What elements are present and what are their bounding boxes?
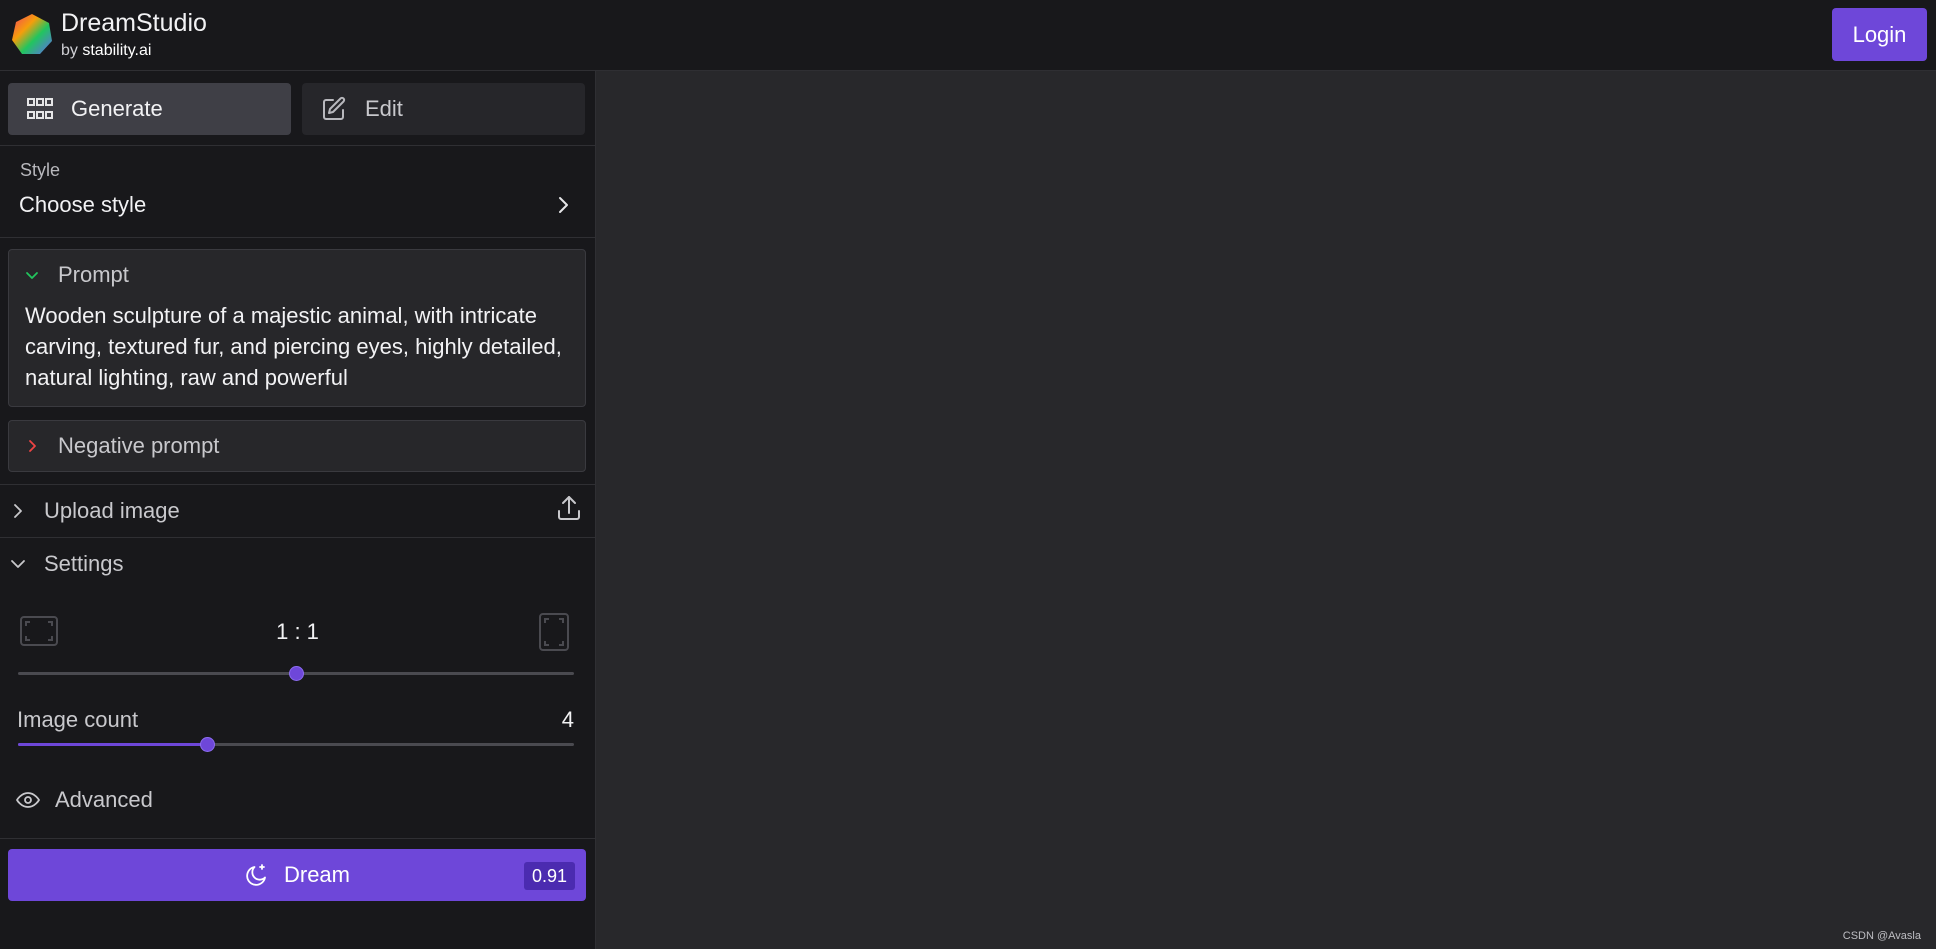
image-count-value: 4 <box>561 707 574 732</box>
grid-icon <box>25 94 55 124</box>
dream-button[interactable]: Dream 0.91 <box>8 849 586 901</box>
settings-header[interactable]: Settings <box>0 538 124 590</box>
negative-prompt-panel[interactable]: Negative prompt <box>8 420 586 472</box>
advanced-toggle[interactable]: Advanced <box>15 787 153 813</box>
slider-thumb[interactable] <box>200 737 216 752</box>
slider-thumb[interactable] <box>289 666 304 681</box>
divider <box>0 838 595 839</box>
portrait-aspect-icon[interactable] <box>539 613 569 651</box>
moon-stars-icon <box>246 864 266 886</box>
cost-badge: 0.91 <box>523 862 575 890</box>
aspect-ratio-value: 1 : 1 <box>276 619 319 644</box>
prompt-header[interactable]: Prompt <box>9 250 129 300</box>
chevron-right-icon[interactable] <box>551 193 575 217</box>
divider <box>0 237 595 238</box>
watermark: CSDN @Avasla <box>1842 930 1921 942</box>
brand-name: DreamStudio <box>61 9 207 37</box>
chevron-down-icon <box>11 560 25 568</box>
tab-generate[interactable]: Generate <box>8 83 291 135</box>
chevron-down-icon <box>26 272 38 279</box>
tab-generate-label: Generate <box>71 96 163 121</box>
aspect-ratio-slider[interactable] <box>18 663 574 683</box>
upload-image-label: Upload image <box>44 498 180 523</box>
sidebar: Generate Edit Style Choose style Prompt … <box>0 71 596 949</box>
style-label: Style <box>20 160 61 180</box>
slider-fill <box>18 743 208 746</box>
divider <box>0 145 595 146</box>
edit-icon <box>319 94 349 124</box>
brand-by-text: by <box>61 42 78 59</box>
style-select[interactable]: Choose style <box>19 192 146 218</box>
prompt-label: Prompt <box>58 262 129 287</box>
tab-edit-label: Edit <box>365 96 403 121</box>
image-count-label: Image count <box>17 707 139 732</box>
upload-image-row[interactable]: Upload image <box>0 485 180 537</box>
tab-edit[interactable]: Edit <box>302 83 585 135</box>
chevron-right-icon <box>29 440 36 452</box>
settings-label: Settings <box>44 551 124 576</box>
chevron-right-icon <box>14 504 22 518</box>
advanced-label: Advanced <box>55 787 153 812</box>
brand-subtitle: by stability.ai <box>61 42 151 60</box>
dreamstudio-logo-icon <box>12 14 52 54</box>
prompt-panel: Prompt Wooden sculpture of a majestic an… <box>8 249 586 407</box>
dream-button-content: Dream <box>8 849 586 901</box>
upload-icon[interactable] <box>555 494 583 522</box>
negative-prompt-header[interactable]: Negative prompt <box>9 421 219 471</box>
negative-prompt-label: Negative prompt <box>58 433 220 458</box>
brand-company: stability.ai <box>82 42 152 59</box>
eye-icon <box>16 792 40 808</box>
top-bar: DreamStudio by stability.ai Login <box>0 0 1936 71</box>
image-count-slider[interactable] <box>18 734 574 754</box>
prompt-input[interactable]: Wooden sculpture of a majestic animal, w… <box>25 300 570 393</box>
login-button[interactable]: Login <box>1832 8 1927 61</box>
dream-label: Dream <box>283 862 350 887</box>
